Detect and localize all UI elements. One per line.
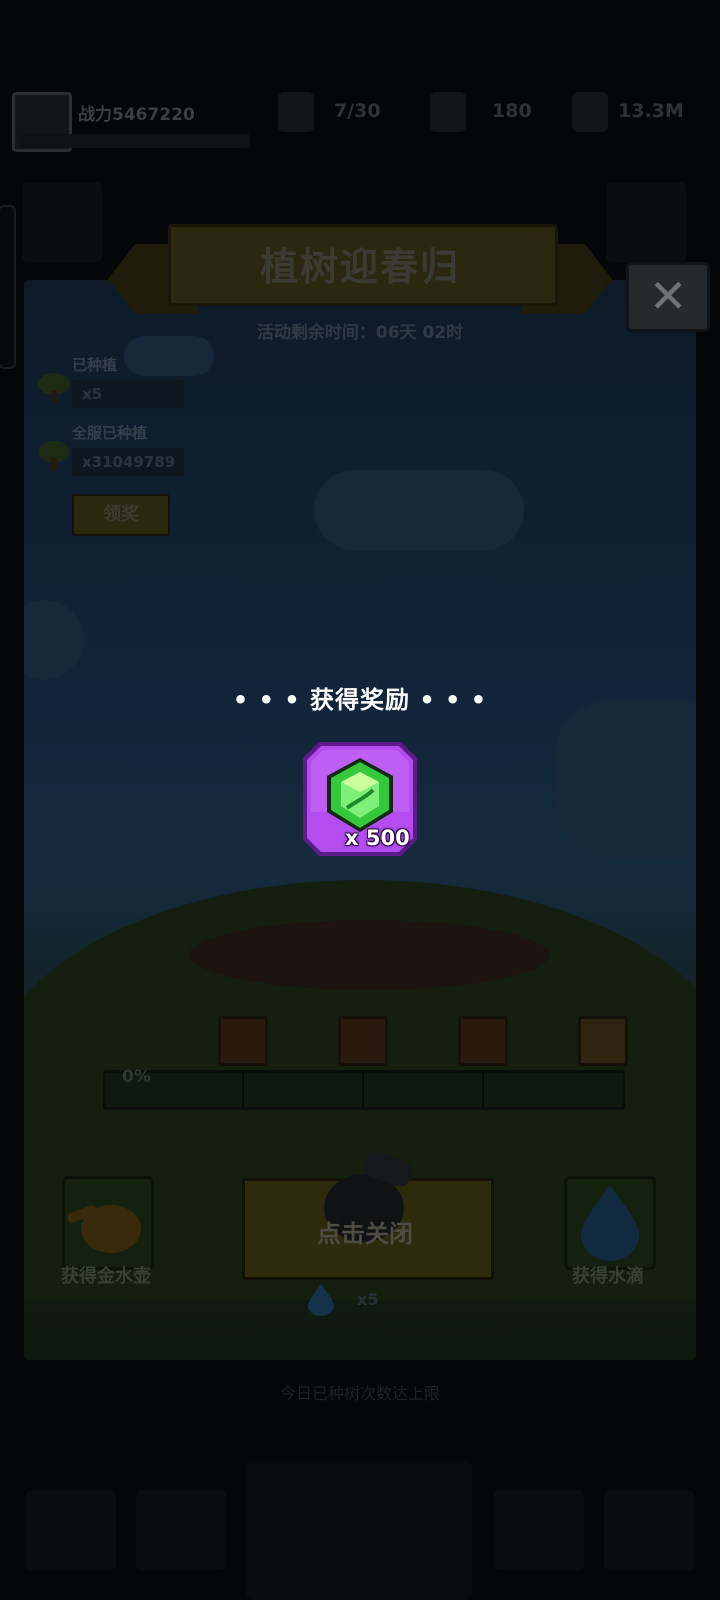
watering-can-icon (67, 1205, 141, 1253)
close-hint[interactable]: 点击关闭 (242, 1214, 488, 1249)
menu-button[interactable] (22, 182, 102, 262)
golden-watering-can-button[interactable] (62, 1176, 154, 1270)
planted-count: x5 (72, 380, 184, 408)
progress-text: 0% (122, 1067, 151, 1087)
clover-icon (430, 92, 466, 132)
nav-item-main[interactable] (246, 1460, 472, 1600)
tree-icon (38, 373, 70, 403)
event-timer: 活动剩余时间：06天 02时 (256, 323, 464, 343)
energy-value: 7/30 (334, 100, 381, 122)
chest-icon[interactable] (218, 1016, 268, 1066)
chest-icon[interactable] (578, 1016, 628, 1066)
bean-icon (572, 92, 608, 132)
nav-item[interactable] (26, 1490, 116, 1570)
water-drop-icon (308, 1284, 334, 1316)
progress-bar (103, 1070, 625, 1110)
footer-hint: 今日已种树次数达上限 (279, 1384, 440, 1403)
reward-quantity: x 500 (345, 826, 410, 850)
energy-icon (278, 92, 314, 132)
clover-value: 180 (492, 100, 532, 122)
server-planted-label: 全服已种植 (72, 424, 148, 442)
water-drop-icon (581, 1185, 639, 1261)
nav-item[interactable] (494, 1490, 584, 1570)
chest-icon[interactable] (458, 1016, 508, 1066)
player-subline (20, 134, 250, 148)
water-drop-label: 获得水滴 (572, 1266, 644, 1287)
water-drop-button[interactable] (564, 1176, 656, 1270)
side-tab[interactable] (0, 205, 16, 369)
claim-button[interactable]: 领奖 (72, 494, 170, 536)
server-planted-count: x31049789 (72, 448, 184, 476)
bean-value: 13.3M (618, 100, 684, 122)
nav-item[interactable] (136, 1490, 226, 1570)
drop-count: x5 (357, 1290, 379, 1309)
tree-icon (38, 441, 70, 471)
combat-power: 战力5467220 (78, 105, 195, 125)
close-button[interactable]: ✕ (626, 262, 710, 332)
event-title: 植树迎春归 (259, 245, 460, 289)
golden-watering-can-label: 获得金水壶 (61, 1266, 151, 1287)
planted-label: 已种植 (72, 356, 118, 374)
close-icon: ✕ (648, 269, 688, 323)
shop-button[interactable] (606, 182, 686, 262)
reward-title: • • • 获得奖励 • • • (232, 686, 488, 714)
nav-item[interactable] (604, 1490, 694, 1570)
chest-icon[interactable] (338, 1016, 388, 1066)
dirt-patch (189, 920, 549, 990)
